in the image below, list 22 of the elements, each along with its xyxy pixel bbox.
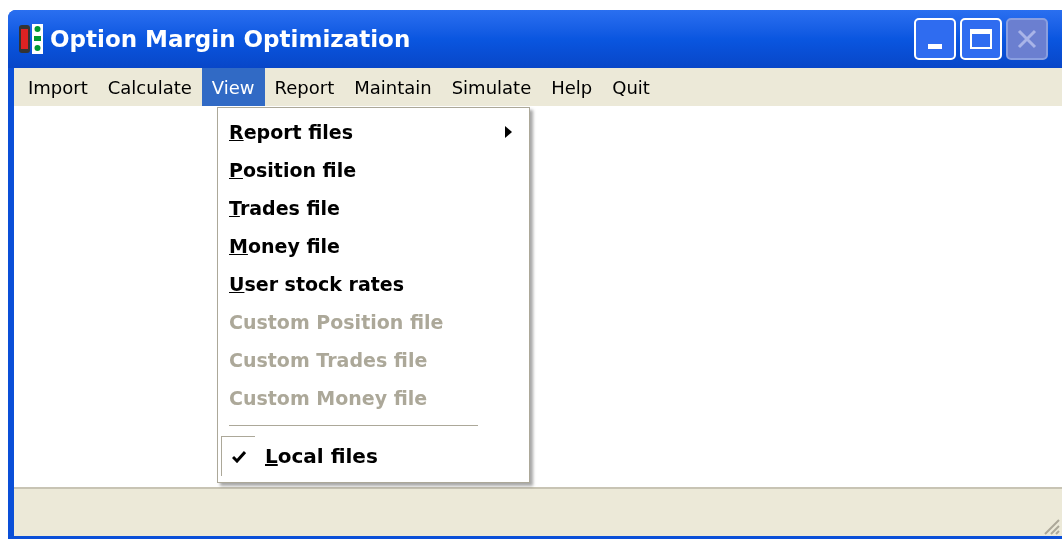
menu-bar-item[interactable]: Report (264, 68, 345, 106)
menu-item[interactable]: Local files (219, 433, 528, 479)
menu-bar-item[interactable]: Simulate (441, 68, 542, 106)
menu-item[interactable]: User stock rates (219, 265, 528, 303)
menu-bar-item[interactable]: View (201, 68, 265, 106)
menu-item[interactable]: Money file (219, 227, 528, 265)
app-icon (18, 23, 44, 55)
submenu-arrow-icon (505, 126, 512, 138)
menu-bar-item[interactable]: Quit (602, 68, 660, 106)
close-icon (1017, 29, 1037, 49)
checkmark-icon (231, 450, 246, 463)
menu-bar-item[interactable]: Calculate (97, 68, 202, 106)
menu-bar-item[interactable]: Help (541, 68, 603, 106)
menu-bar-item[interactable]: Import (18, 68, 98, 106)
menu-item[interactable]: Position file (219, 151, 528, 189)
menu-bar-item[interactable]: Maintain (344, 68, 442, 106)
menu-item[interactable]: Report files (219, 113, 528, 151)
resize-grip-icon (1042, 517, 1060, 535)
minimize-button[interactable] (914, 18, 956, 60)
window-title: Option Margin Optimization (50, 24, 411, 54)
maximize-button[interactable] (960, 18, 1002, 60)
menu-item[interactable]: Trades file (219, 189, 528, 227)
